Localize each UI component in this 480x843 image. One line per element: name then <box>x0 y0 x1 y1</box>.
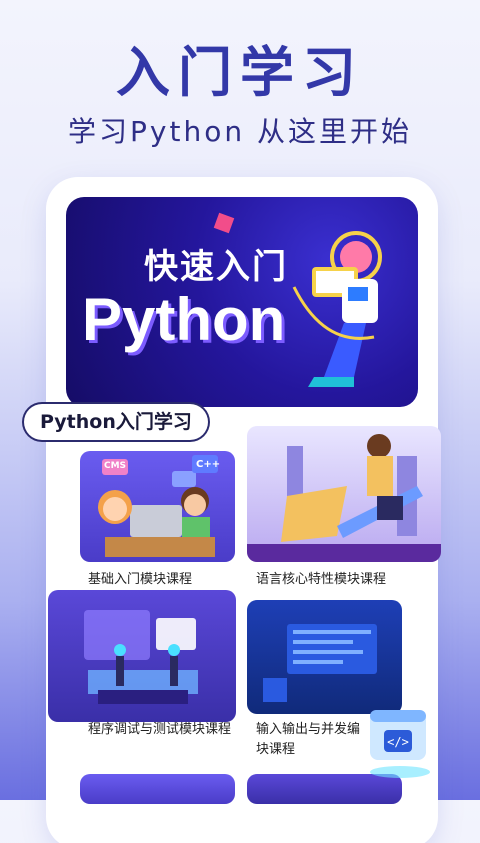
code-window-icon: </> <box>370 710 430 778</box>
section-title: Python入门学习 <box>24 404 208 440</box>
course-illustration-debug <box>84 610 198 704</box>
course-label-debug[interactable]: 程序调试与测试模块课程 <box>88 720 238 740</box>
badge-cpp: C++ <box>196 459 221 470</box>
course-label-basics[interactable]: 基础入门模块课程 <box>88 570 238 590</box>
hero-cube-decoration <box>213 212 235 234</box>
course-card-basics[interactable]: CMS C++ <box>80 451 235 562</box>
hero-title-en: Python <box>82 286 286 353</box>
course-card-io[interactable] <box>247 600 402 714</box>
course-illustration-core <box>247 434 441 562</box>
astronaut-illustration <box>292 231 382 387</box>
promo-subtitle: 学习Python 从这里开始 <box>68 115 412 148</box>
course-card-core[interactable] <box>247 426 441 562</box>
badge-cms: CMS <box>104 461 127 471</box>
course-illustration-io <box>263 624 377 702</box>
svg-text:</>: </> <box>387 735 409 749</box>
course-label-io[interactable]: 输入输出与并发编块课程 <box>256 720 366 760</box>
course-label-core[interactable]: 语言核心特性模块课程 <box>256 570 436 590</box>
course-card-debug[interactable] <box>48 590 236 722</box>
hero-banner[interactable]: 快速入门 Python <box>66 197 418 407</box>
promo-title: 入门学习 <box>116 41 364 104</box>
hero-title-cn: 快速入门 <box>144 247 288 287</box>
